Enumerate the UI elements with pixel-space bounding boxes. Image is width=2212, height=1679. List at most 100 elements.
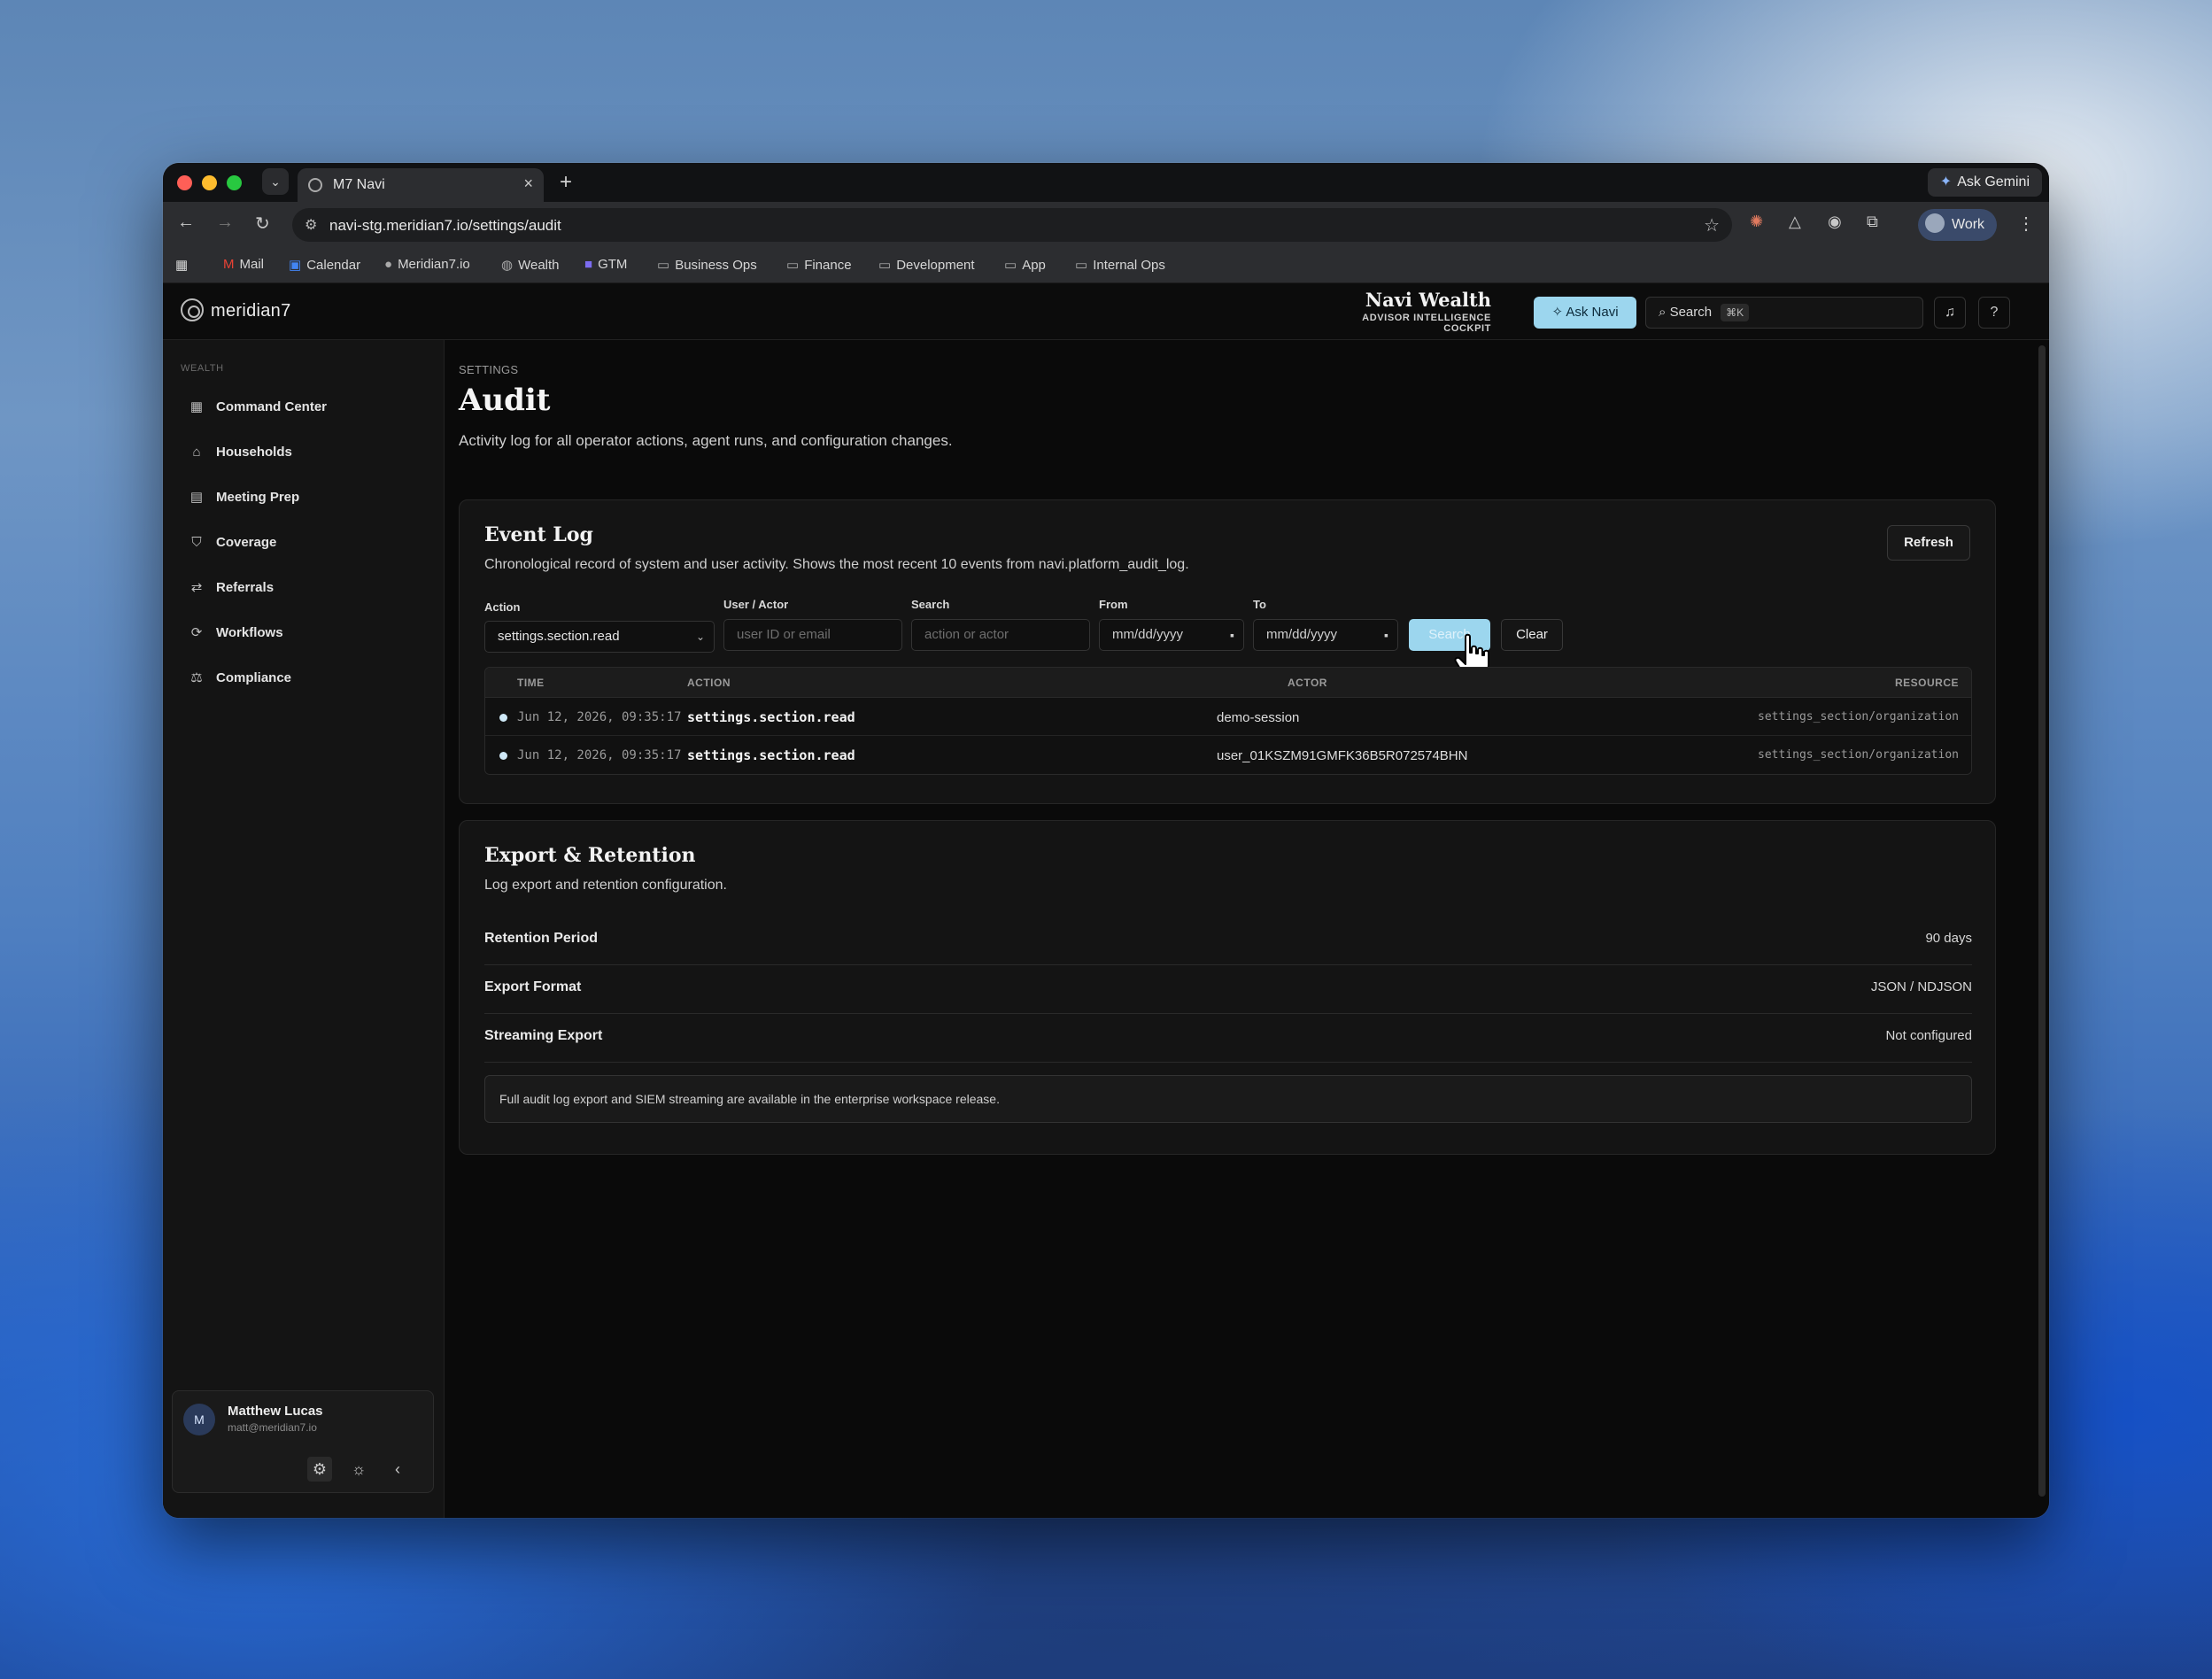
bell-icon[interactable]: ♫	[1934, 297, 1966, 329]
profile-button[interactable]: Work	[1918, 209, 1998, 241]
status-dot	[499, 752, 507, 760]
maximize-window-button[interactable]	[227, 175, 242, 190]
close-window-button[interactable]	[177, 175, 192, 190]
url-text: navi-stg.meridian7.io/settings/audit	[329, 217, 561, 234]
bookmark-label: Mail	[239, 257, 265, 272]
bookmark-folder-app[interactable]: ▭ App	[1004, 257, 1046, 273]
bookmark-label: Wealth	[518, 258, 560, 273]
profile-label: Work	[1952, 217, 1985, 232]
page-scrollbar[interactable]	[2038, 345, 2046, 1497]
sidebar-item-compliance[interactable]: ⚖ Compliance	[175, 661, 432, 696]
user-card: M Matthew Lucas matt@meridian7.io ⚙ ☼ ‹	[172, 1390, 434, 1493]
tab-search-icon[interactable]: ⌄	[262, 168, 289, 195]
apps-grid-icon[interactable]: ▦	[175, 257, 188, 273]
table-row[interactable]: Jun 12, 2026, 09:35:17 settings.section.…	[485, 736, 1971, 774]
setting-value: 90 days	[1925, 931, 1972, 946]
refresh-button[interactable]: Refresh	[1887, 525, 1970, 561]
logo-text: meridian7	[211, 301, 291, 321]
bookmark-calendar[interactable]: ▣ Calendar	[289, 257, 360, 273]
gear-icon[interactable]: ⚙	[307, 1457, 332, 1482]
address-bar[interactable]: ⚙ navi-stg.meridian7.io/settings/audit ☆	[292, 208, 1732, 242]
brand-subtitle: ADVISOR INTELLIGENCE COCKPIT	[1362, 313, 1491, 334]
calendar-icon[interactable]: ▪	[1230, 620, 1234, 650]
folder-icon: ▭	[1004, 258, 1017, 273]
sidebar-item-label: Referrals	[216, 580, 275, 595]
page-title: Audit	[459, 383, 551, 418]
calendar-icon[interactable]: ▪	[1384, 620, 1388, 650]
bookmark-label: GTM	[598, 257, 628, 272]
table-header: TIME ACTION ACTOR RESOURCE	[485, 668, 1971, 698]
sparkle-icon: ✧	[1551, 305, 1566, 320]
folder-icon: ▭	[878, 258, 892, 273]
column-header-time: TIME	[517, 677, 545, 689]
reload-icon[interactable]: ↻	[255, 213, 270, 235]
browser-tab[interactable]: M7 Navi ×	[298, 168, 544, 202]
help-icon[interactable]: ?	[1978, 297, 2010, 329]
bookmark-label: Development	[896, 258, 975, 273]
new-tab-button[interactable]: +	[560, 170, 572, 195]
event-log-description: Chronological record of system and user …	[484, 557, 1189, 572]
table-row[interactable]: Jun 12, 2026, 09:35:17 settings.section.…	[485, 698, 1971, 736]
event-resource: settings_section/organization	[1758, 748, 1959, 762]
bookmark-folder-development[interactable]: ▭ Development	[878, 257, 975, 273]
event-action: settings.section.read	[687, 709, 855, 725]
tab-title: M7 Navi	[333, 177, 385, 192]
folder-icon: ▭	[657, 258, 670, 273]
sidebar-item-label: Households	[216, 445, 292, 460]
extensions-puzzle-icon[interactable]: ⧉	[1867, 213, 1878, 231]
export-title: Export & Retention	[484, 844, 696, 867]
search-shortcut: ⌘K	[1721, 304, 1750, 321]
app-logo[interactable]: meridian7	[181, 298, 291, 321]
tab-close-icon[interactable]: ×	[523, 174, 533, 193]
search-filter-label: Search	[911, 598, 950, 611]
forward-arrow-icon[interactable]: →	[216, 213, 234, 233]
browser-menu-icon[interactable]: ⋮	[2017, 213, 2035, 235]
sun-icon[interactable]: ☼	[346, 1457, 371, 1482]
bookmark-meridian7[interactable]: ● Meridian7.io	[384, 257, 470, 272]
collapse-chevron-icon[interactable]: ‹	[385, 1457, 410, 1482]
bookmark-label: App	[1022, 258, 1046, 273]
bookmark-wealth[interactable]: ◍ Wealth	[501, 257, 560, 273]
ask-gemini-button[interactable]: ✦ Ask Gemini	[1927, 168, 2042, 197]
bookmark-mail[interactable]: M Mail	[223, 257, 264, 272]
bookmark-gtm[interactable]: ■ GTM	[584, 257, 627, 272]
to-date-input[interactable]: mm/dd/yyyy ▪	[1253, 619, 1398, 651]
clear-button[interactable]: Clear	[1501, 619, 1563, 651]
site-info-icon[interactable]: ⚙	[305, 216, 317, 234]
sidebar-item-meeting-prep[interactable]: ▤ Meeting Prep	[175, 480, 432, 515]
user-email: matt@meridian7.io	[228, 1421, 317, 1434]
setting-key: Streaming Export	[484, 1028, 603, 1043]
minimize-window-button[interactable]	[202, 175, 217, 190]
brand-name: Navi Wealth	[1365, 289, 1491, 311]
sidebar-item-command-center[interactable]: ▦ Command Center	[175, 390, 432, 425]
bookmark-folder-business-ops[interactable]: ▭ Business Ops	[657, 257, 757, 273]
global-search-input[interactable]: ⌕ Search ⌘K	[1645, 297, 1923, 329]
bookmark-label: Finance	[804, 258, 852, 273]
ask-navi-button[interactable]: ✧ Ask Navi	[1534, 297, 1636, 329]
action-filter-select[interactable]: settings.section.read ⌄	[484, 621, 715, 653]
sidebar-item-households[interactable]: ⌂ Households	[175, 435, 432, 470]
setting-key: Retention Period	[484, 931, 599, 946]
bookmark-label: Meridian7.io	[398, 257, 470, 272]
breadcrumb: SETTINGS	[459, 363, 519, 376]
event-time: Jun 12, 2026, 09:35:17	[517, 748, 682, 762]
bookmark-folder-finance[interactable]: ▭ Finance	[786, 257, 852, 273]
sidebar-item-referrals[interactable]: ⇄ Referrals	[175, 570, 432, 606]
column-header-action: ACTION	[687, 677, 731, 689]
chevron-down-icon: ⌄	[695, 631, 705, 643]
status-dot	[499, 714, 507, 722]
sidebar-item-coverage[interactable]: ⛉ Coverage	[175, 525, 432, 561]
bookmark-star-icon[interactable]: ☆	[1704, 214, 1720, 236]
bookmark-folder-internal-ops[interactable]: ▭ Internal Ops	[1075, 257, 1165, 273]
actor-filter-input[interactable]: user ID or email	[723, 619, 902, 651]
back-arrow-icon[interactable]: ←	[177, 213, 195, 233]
event-log-title: Event Log	[484, 523, 593, 546]
extension-icon[interactable]: ✺	[1750, 213, 1763, 231]
avatar[interactable]: M	[183, 1404, 215, 1435]
search-filter-input[interactable]: action or actor	[911, 619, 1090, 651]
sidebar-item-workflows[interactable]: ⟳ Workflows	[175, 615, 432, 651]
drive-icon[interactable]: △	[1789, 213, 1801, 231]
page-description: Activity log for all operator actions, a…	[459, 432, 953, 449]
from-date-input[interactable]: mm/dd/yyyy ▪	[1099, 619, 1244, 651]
password-manager-icon[interactable]: ◉	[1828, 213, 1842, 231]
